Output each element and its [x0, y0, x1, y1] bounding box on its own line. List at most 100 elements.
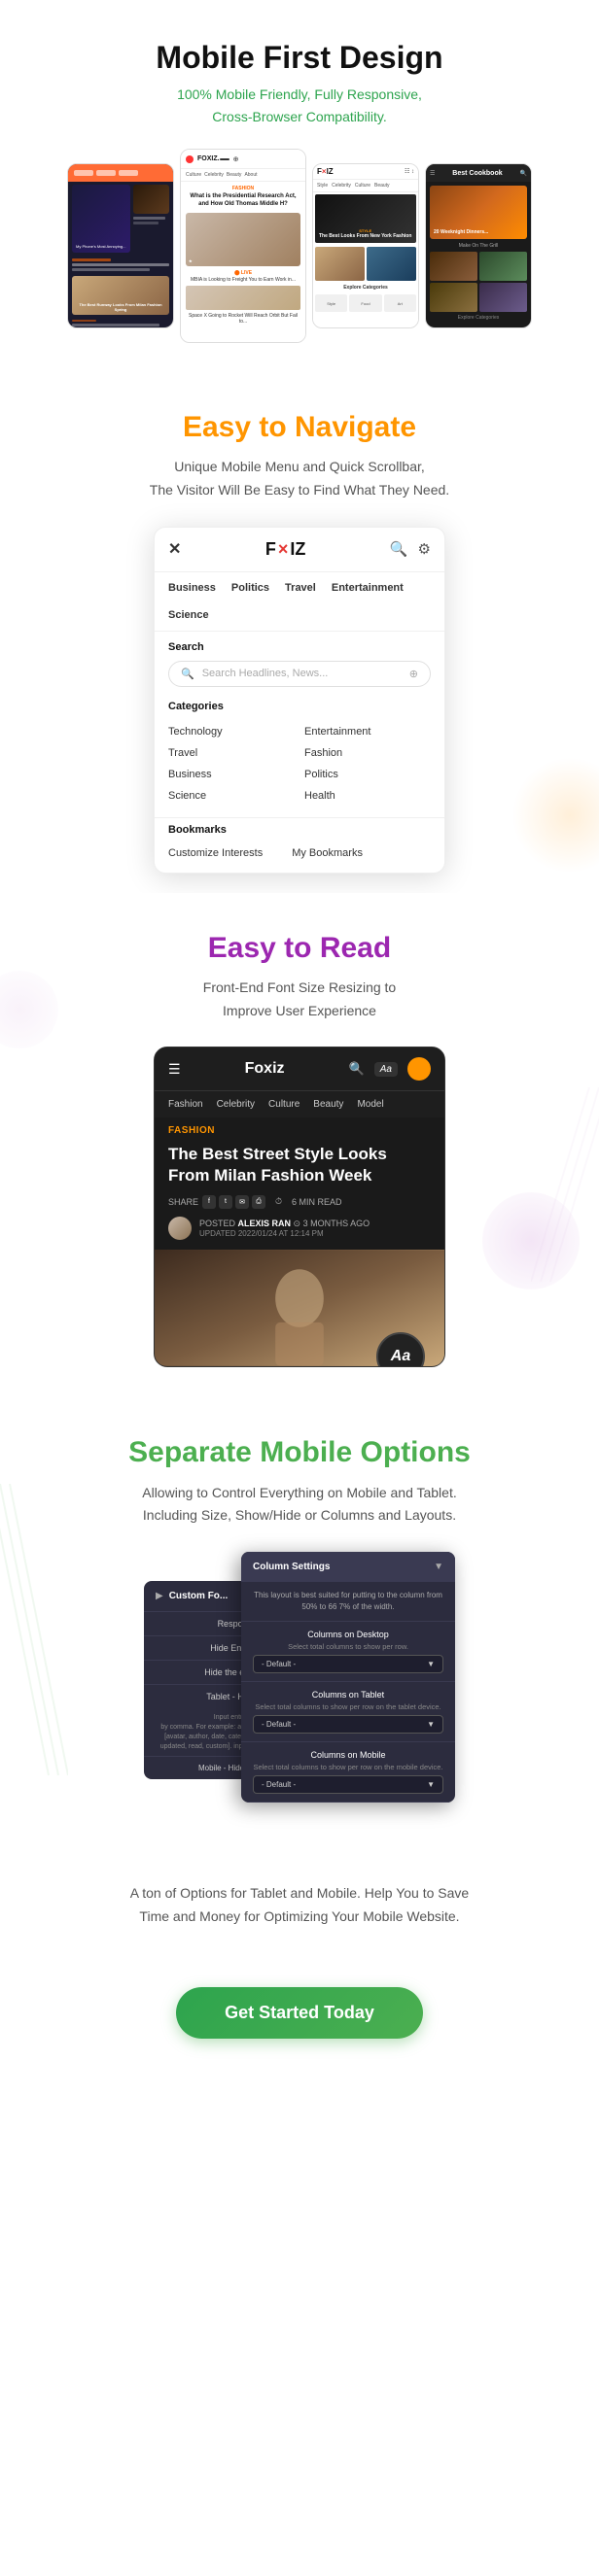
settings-back-title: Custom Fo...	[169, 1591, 229, 1601]
deco-lines-mobile	[0, 1484, 68, 1775]
user-avatar[interactable]	[407, 1057, 431, 1081]
settings-row-mobile: Columns on Mobile Select total columns t…	[241, 1742, 455, 1803]
tablet-columns-label: Columns on Tablet	[253, 1690, 443, 1700]
article-nav-beauty[interactable]: Beauty	[313, 1099, 343, 1110]
share-label: SHARE	[168, 1197, 198, 1207]
tablet-columns-sublabel: Select total columns to show per row on …	[253, 1702, 443, 1711]
mockup-row: My Phone's Most Annoying... The Best Run…	[19, 149, 580, 343]
nav-cat-fashion[interactable]: Fashion	[304, 743, 431, 763]
share-facebook-icon[interactable]: f	[202, 1195, 216, 1209]
article-nav-fashion[interactable]: Fashion	[168, 1099, 203, 1110]
nav-customize-interests[interactable]: Customize Interests	[168, 847, 263, 859]
article-mockup: ☰ Foxiz 🔍 Aa Fashion Celebrity Culture B…	[154, 1047, 445, 1366]
nav-categories-grid: Technology Entertainment Travel Fashion …	[155, 716, 444, 817]
section-read: Easy to Read Front-End Font Size Resizin…	[0, 893, 599, 1387]
article-header-icons: 🔍 Aa	[349, 1057, 431, 1081]
search-placeholder-text: Search Headlines, News...	[202, 668, 329, 679]
mockup-phone-3: F×IZ ☷ ↕ StyleCelebrityCultureBeauty STY…	[312, 163, 419, 328]
hamburger-icon[interactable]: ☰	[168, 1061, 181, 1078]
nav-search-box[interactable]: 🔍 Search Headlines, News... ⊕	[168, 661, 431, 687]
nav-cat-health[interactable]: Health	[304, 786, 431, 806]
settings-front-header: Column Settings ▼	[241, 1552, 455, 1582]
back-arrow-icon: ▶	[156, 1591, 163, 1601]
nav-search-label: Search	[155, 632, 444, 657]
nav-bookmarks-row: Customize Interests My Bookmarks	[155, 841, 444, 873]
cta-wrapper: Get Started Today	[0, 1968, 599, 2087]
share-email-icon[interactable]: ✉	[235, 1195, 249, 1209]
article-meta: SHARE f t ✉ ⎙ ⏱ 6 MIN READ	[155, 1195, 444, 1217]
settings-front-chevron-icon[interactable]: ▼	[434, 1562, 443, 1572]
font-size-button[interactable]: Aa	[374, 1062, 398, 1077]
mobile-columns-sublabel: Select total columns to show per row on …	[253, 1763, 443, 1771]
nav-cat-politics[interactable]: Politics	[304, 765, 431, 784]
settings-front-title: Column Settings	[253, 1562, 330, 1572]
desktop-columns-label: Columns on Desktop	[253, 1630, 443, 1639]
article-nav-celebrity[interactable]: Celebrity	[217, 1099, 255, 1110]
nav-my-bookmarks[interactable]: My Bookmarks	[292, 847, 363, 859]
desktop-columns-select[interactable]: - Default - ▼	[253, 1655, 443, 1673]
article-logo: Foxiz	[245, 1060, 285, 1078]
nav-main-menu: Business Politics Travel Entertainment S…	[155, 572, 444, 632]
settings-front-description: This layout is best suited for putting t…	[241, 1582, 455, 1622]
nav-icons: 🔍 ⚙	[390, 540, 431, 558]
settings-row-desktop: Columns on Desktop Select total columns …	[241, 1622, 455, 1682]
read-description: Front-End Font Size Resizing to Improve …	[29, 977, 570, 1023]
mobile-options-title: Separate Mobile Options	[29, 1435, 570, 1470]
article-nav-model[interactable]: Model	[357, 1099, 383, 1110]
author-info: POSTED ALEXIS RAN ⊙ 3 MONTHS AGO UPDATED…	[199, 1219, 370, 1238]
author-name: POSTED ALEXIS RAN ⊙ 3 MONTHS AGO	[199, 1219, 370, 1229]
mockup-phone-2: FOXIZ. ⊕ CultureCelebrityBeautyAbout FAS…	[180, 149, 306, 343]
article-header: ☰ Foxiz 🔍 Aa	[155, 1048, 444, 1090]
author-updated: UPDATED 2022/01/24 AT 12:14 PM	[199, 1229, 370, 1238]
article-nav-culture[interactable]: Culture	[268, 1099, 300, 1110]
section-mobile-options: Separate Mobile Options Allowing to Cont…	[0, 1387, 599, 1968]
nav-categories-label: Categories	[155, 697, 444, 716]
article-title: The Best Street Style Looks From Milan F…	[155, 1140, 444, 1194]
navigate-description: Unique Mobile Menu and Quick Scrollbar, …	[29, 456, 570, 502]
share-twitter-icon[interactable]: t	[219, 1195, 232, 1209]
mobile-options-description: Allowing to Control Everything on Mobile…	[29, 1482, 570, 1528]
mobile-columns-label: Columns on Mobile	[253, 1750, 443, 1760]
settings-mockup-wrapper: ▶ Custom Fo... Responsiv... Hide Entry C…	[144, 1552, 455, 1863]
nav-header: ✕ F×IZ 🔍 ⚙	[155, 528, 444, 572]
nav-cat-science[interactable]: Science	[168, 786, 295, 806]
mic-icon: ⊕	[409, 668, 418, 680]
author-name-strong: ALEXIS RAN	[238, 1219, 292, 1228]
navigate-title: Easy to Navigate	[29, 411, 570, 444]
nav-cat-entertainment[interactable]: Entertainment	[304, 722, 431, 741]
tablet-columns-select[interactable]: - Default - ▼	[253, 1715, 443, 1734]
nav-search-icon[interactable]: 🔍	[390, 540, 408, 558]
settings-front-panel: Column Settings ▼ This layout is best su…	[241, 1552, 455, 1803]
nav-mockup: ✕ F×IZ 🔍 ⚙ Business Politics Travel Ente…	[154, 527, 445, 874]
article-image: Aa	[155, 1250, 444, 1366]
nav-logo: F×IZ	[265, 539, 306, 560]
article-author-row: POSTED ALEXIS RAN ⊙ 3 MONTHS AGO UPDATED…	[155, 1217, 444, 1250]
nav-settings-icon[interactable]: ⚙	[418, 540, 431, 558]
search-icon: 🔍	[181, 668, 194, 680]
article-share: SHARE f t ✉ ⎙	[168, 1195, 265, 1209]
article-category: FASHION	[155, 1117, 444, 1140]
nav-cat-travel[interactable]: Travel	[168, 743, 295, 763]
mobile-first-title: Mobile First Design	[19, 39, 580, 76]
nav-item-science[interactable]: Science	[168, 609, 209, 621]
share-print-icon[interactable]: ⎙	[252, 1195, 265, 1209]
article-nav-menu: Fashion Celebrity Culture Beauty Model	[155, 1090, 444, 1117]
nav-item-travel[interactable]: Travel	[285, 582, 316, 594]
nav-item-politics[interactable]: Politics	[231, 582, 269, 594]
deco-circle-nav	[511, 757, 599, 874]
nav-cat-business[interactable]: Business	[168, 765, 295, 784]
nav-cat-technology[interactable]: Technology	[168, 722, 295, 741]
nav-close-icon[interactable]: ✕	[168, 539, 181, 559]
mobile-columns-select[interactable]: - Default - ▼	[253, 1775, 443, 1794]
settings-row-tablet: Columns on Tablet Select total columns t…	[241, 1682, 455, 1742]
author-avatar	[168, 1217, 192, 1240]
share-icons: f t ✉ ⎙	[202, 1195, 265, 1209]
section-mobile-first: Mobile First Design 100% Mobile Friendly…	[0, 0, 599, 372]
get-started-button[interactable]: Get Started Today	[176, 1987, 423, 2039]
nav-item-entertainment[interactable]: Entertainment	[332, 582, 404, 594]
nav-bookmarks-label: Bookmarks	[155, 817, 444, 841]
section-navigate: Easy to Navigate Unique Mobile Menu and …	[0, 372, 599, 893]
mobile-options-bottom-text: A ton of Options for Tablet and Mobile. …	[29, 1863, 570, 1948]
article-search-icon[interactable]: 🔍	[349, 1061, 365, 1077]
nav-item-business[interactable]: Business	[168, 582, 216, 594]
